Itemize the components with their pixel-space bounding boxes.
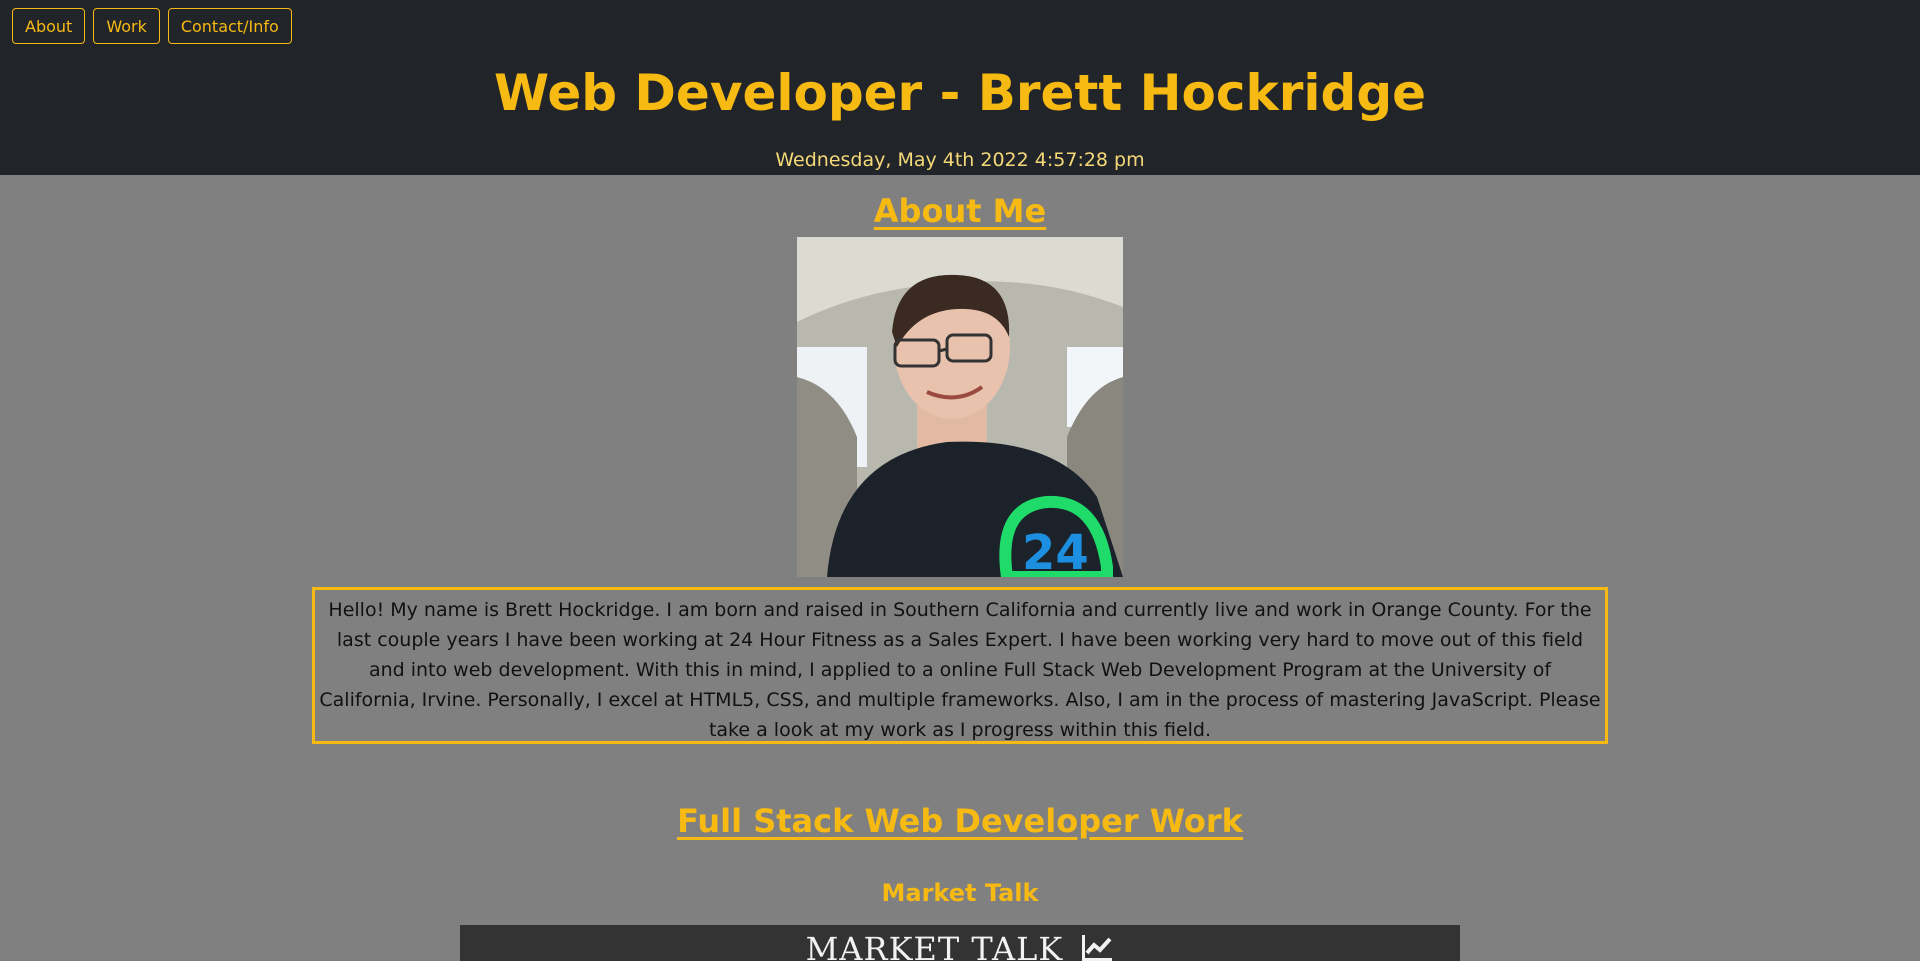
about-bio: Hello! My name is Brett Hockridge. I am … — [312, 587, 1608, 744]
project-logo-text: MARKET TALK — [805, 930, 1064, 961]
project-logo: MARKET TALK — [460, 929, 1460, 961]
top-nav: About Work Contact/Info — [12, 8, 292, 44]
current-datetime: Wednesday, May 4th 2022 4:57:28 pm — [775, 149, 1145, 171]
project-screenshot-market-talk[interactable]: MARKET TALK — [460, 925, 1460, 961]
work-heading: Full Stack Web Developer Work — [677, 802, 1243, 840]
project-title-market-talk: Market Talk — [881, 879, 1039, 907]
svg-text:24: 24 — [1022, 525, 1089, 577]
nav-work-button[interactable]: Work — [93, 8, 160, 44]
profile-photo: 24 — [797, 237, 1123, 577]
nav-about-button[interactable]: About — [12, 8, 86, 44]
nav-contact-button[interactable]: Contact/Info — [167, 8, 292, 44]
about-heading: About Me — [873, 192, 1047, 230]
profile-photo-illustration: 24 — [797, 237, 1123, 577]
chart-line-icon — [1080, 932, 1114, 961]
page-title: Web Developer - Brett Hockridge — [493, 64, 1427, 122]
header-bar: About Work Contact/Info Web Developer - … — [0, 0, 1920, 175]
